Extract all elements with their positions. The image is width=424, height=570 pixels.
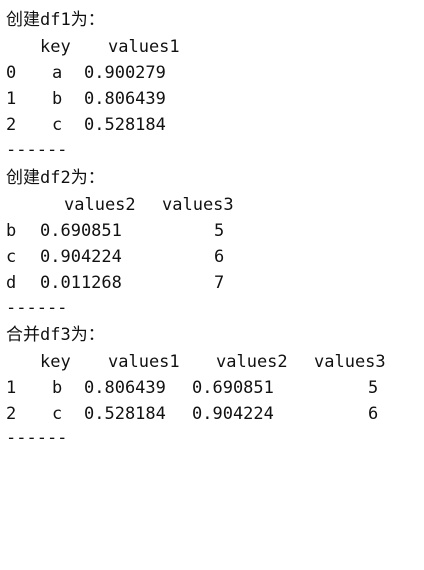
values3-cell: 6 [368,404,379,424]
values2-cell: 0.904224 [192,404,274,424]
df1-col-values1: values1 [108,37,180,57]
row-index: b [6,221,17,241]
values2-cell: 0.904224 [40,247,122,267]
values2-cell: 0.690851 [40,221,122,241]
values3-cell: 5 [214,221,225,241]
df2-heading: 创建df2为： [6,168,105,188]
values1-cell: 0.806439 [84,378,166,398]
row-index: 0 [6,63,17,83]
df3-row: 1 b 0.806439 0.690851 5 [6,376,416,400]
row-index: c [6,247,17,267]
df2-separator: ------ [6,298,68,318]
df3-col-values1: values1 [108,352,180,372]
df1-row: 0 a 0.900279 [6,61,406,85]
df3-col-values3: values3 [314,352,386,372]
row-index: 2 [6,115,17,135]
key-cell: c [52,115,63,135]
df1-row: 1 b 0.806439 [6,87,406,111]
df1-row: 2 c 0.528184 [6,113,406,137]
df2-row: b 0.690851 5 [6,219,406,243]
df2-col-values3: values3 [162,195,234,215]
df3-row: 2 c 0.528184 0.904224 6 [6,402,416,426]
key-cell: c [52,404,63,424]
key-cell: a [52,63,63,83]
df1-separator: ------ [6,140,68,160]
row-index: 1 [6,378,17,398]
row-index: 2 [6,404,17,424]
console-output: 创建df1为： key values1 0 a 0.900279 1 b 0.8… [0,0,424,455]
df3-header-row: key values1 values2 values3 [6,350,416,374]
values2-cell: 0.690851 [192,378,274,398]
values3-cell: 7 [214,273,225,293]
df2-row: d 0.011268 7 [6,271,406,295]
df2-row: c 0.904224 6 [6,245,406,269]
df1-col-key: key [40,37,71,57]
df2-col-values2: values2 [64,195,136,215]
df1-header-row: key values1 [6,35,406,59]
values1-cell: 0.900279 [84,63,166,83]
df3-col-values2: values2 [216,352,288,372]
values3-cell: 6 [214,247,225,267]
df1-heading: 创建df1为： [6,10,105,30]
df3-separator: ------ [6,428,68,448]
df3-col-key: key [40,352,71,372]
values2-cell: 0.011268 [40,273,122,293]
values1-cell: 0.528184 [84,404,166,424]
df2-header-row: values2 values3 [6,193,406,217]
values1-cell: 0.806439 [84,89,166,109]
key-cell: b [52,378,63,398]
row-index: d [6,273,17,293]
row-index: 1 [6,89,17,109]
df3-heading: 合并df3为： [6,325,105,345]
values3-cell: 5 [368,378,379,398]
key-cell: b [52,89,63,109]
values1-cell: 0.528184 [84,115,166,135]
